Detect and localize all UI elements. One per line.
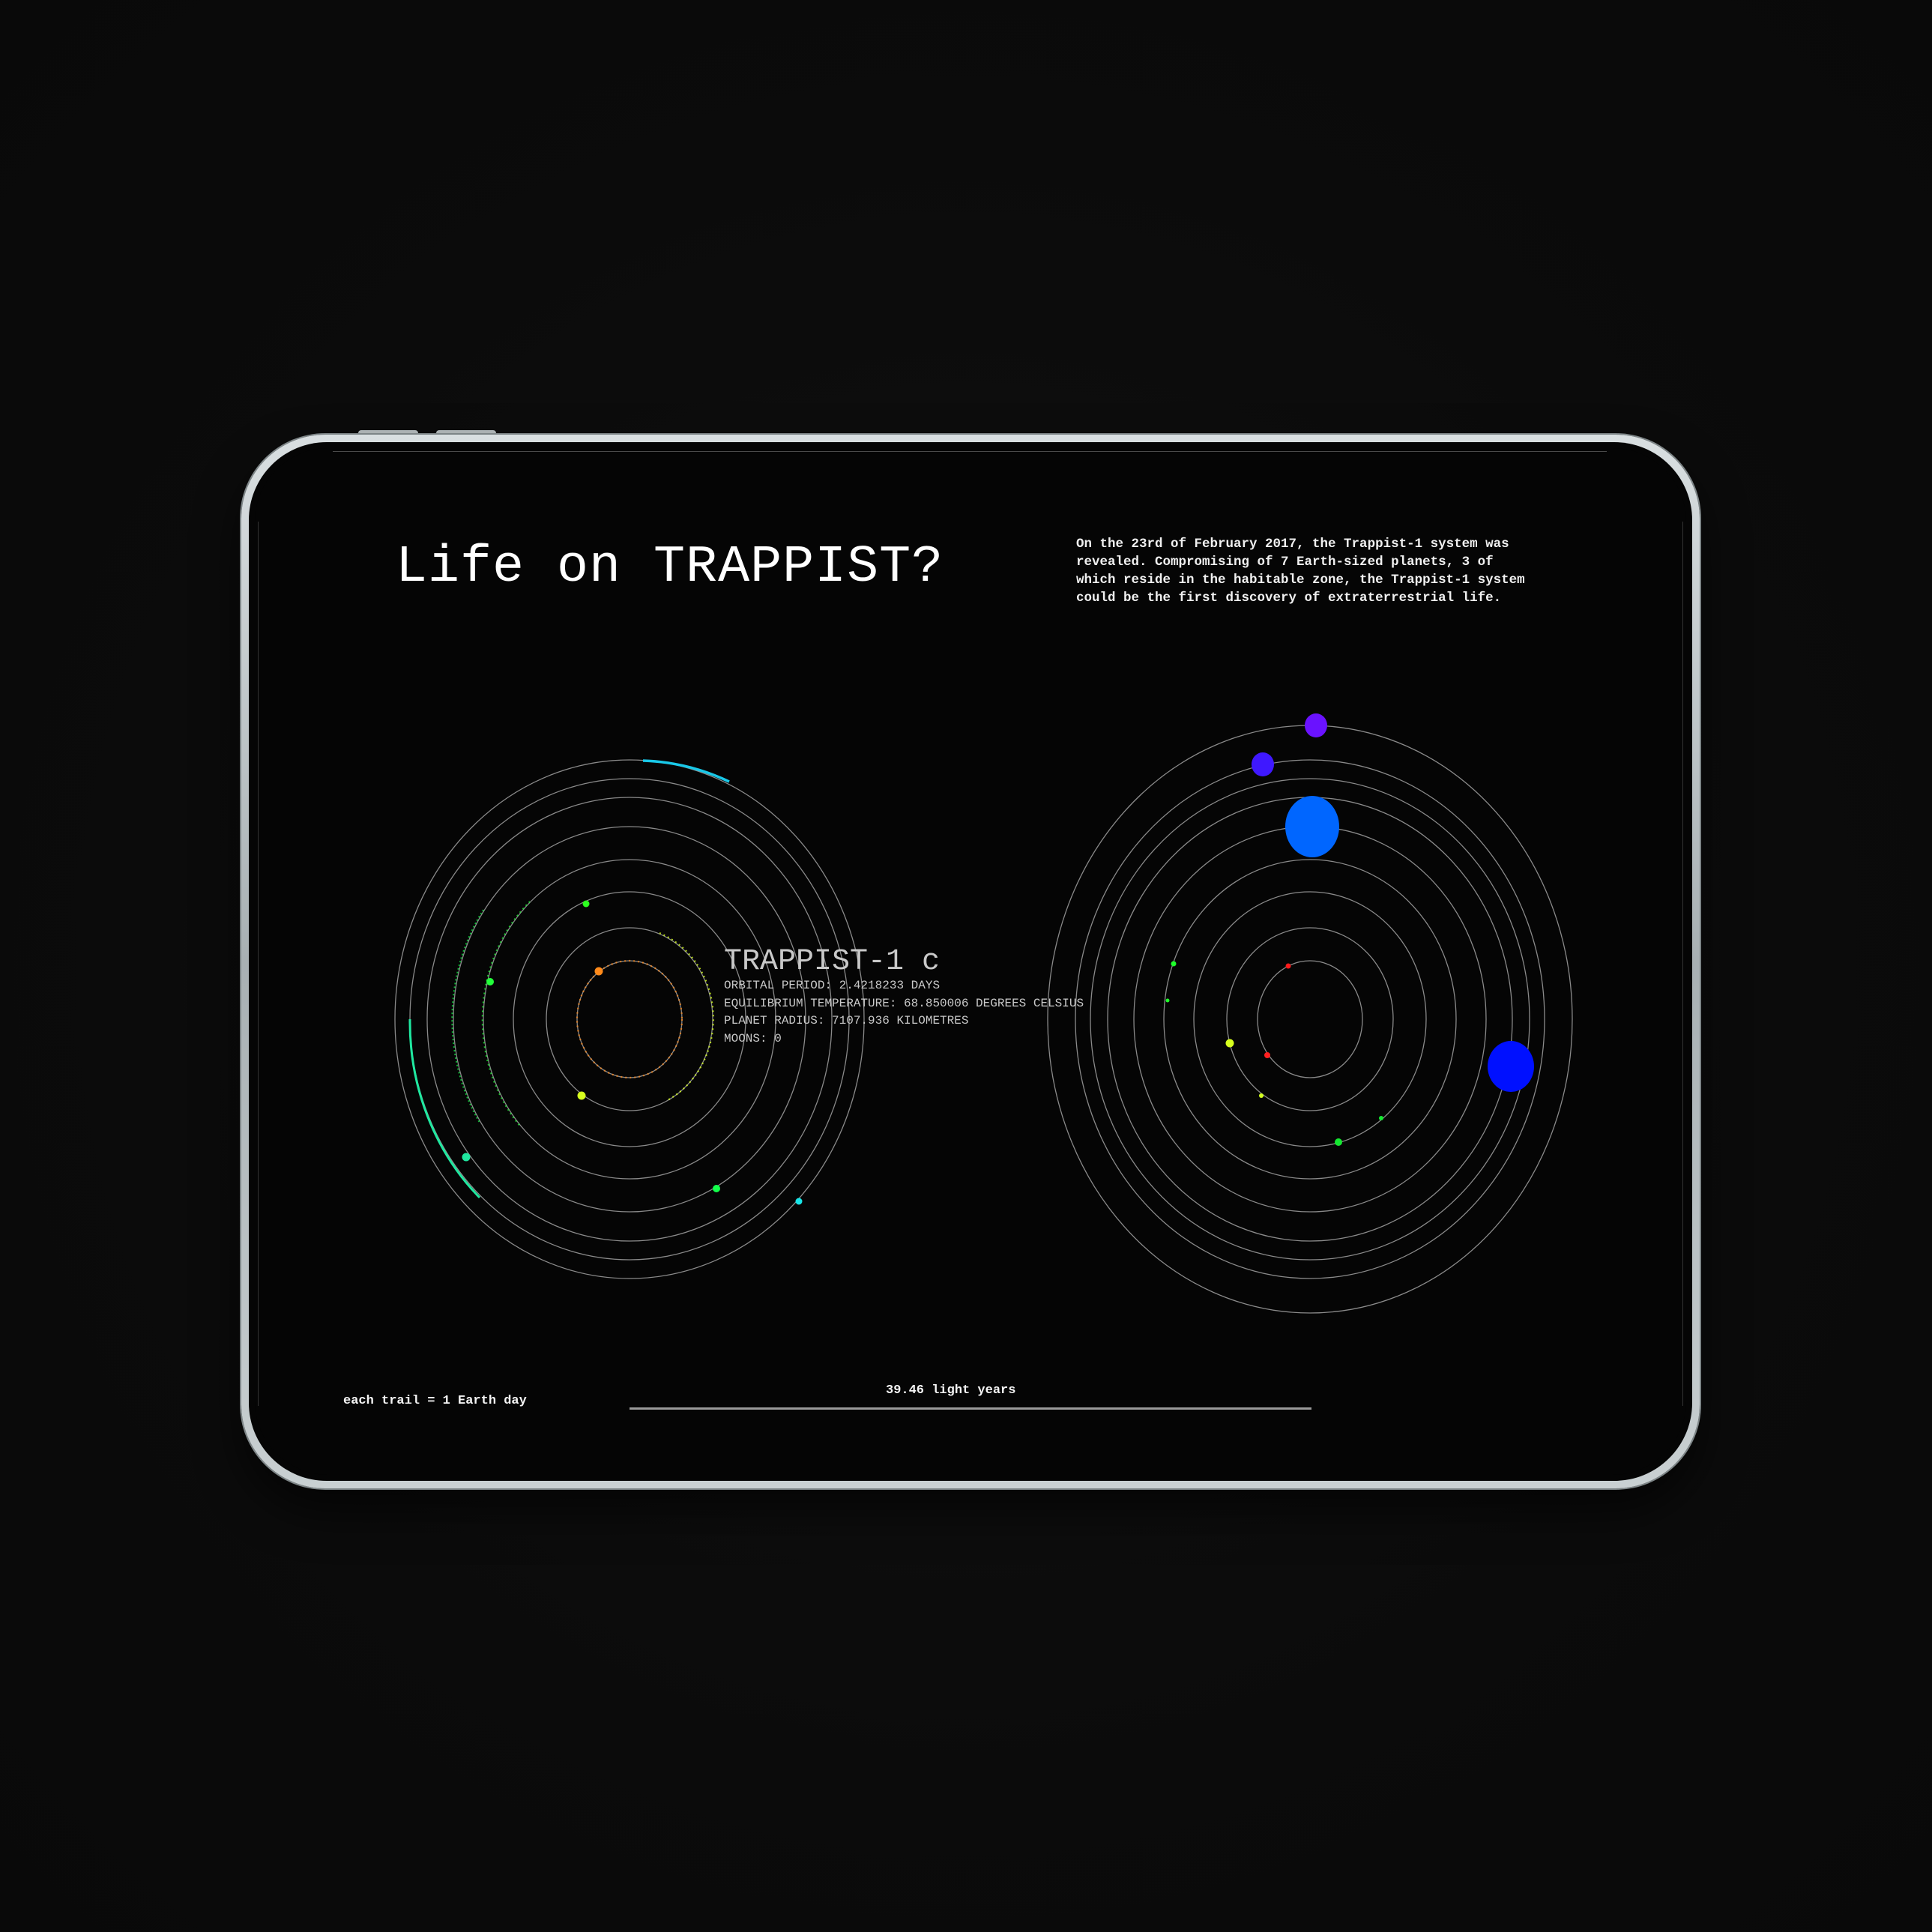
left-planet-5[interactable] [713,1185,720,1192]
left-trail-7 [408,1018,481,1199]
left-planet-6[interactable] [462,1153,471,1162]
right-orbit-5 [1133,826,1487,1213]
right-planet-1[interactable] [1285,963,1291,969]
right-planet-5[interactable] [1171,961,1177,967]
right-planet-11[interactable] [1252,752,1274,776]
distance-label: 39.46 light years [886,1383,1016,1398]
left-planet-4[interactable] [486,978,494,985]
planet-orbital-period: ORBITAL PERIOD: 2.4218233 DAYS [724,979,941,992]
planet-name: TRAPPIST-1 c [724,945,941,979]
right-planet-3[interactable] [1225,1039,1234,1048]
page-background: Life on TRAPPIST? On the 23rd of Februar… [0,0,1932,1932]
left-planet-2[interactable] [577,1091,586,1100]
left-trail-1 [576,959,683,1079]
left-orbit-2 [546,927,713,1111]
left-trail-4 [481,901,531,1128]
right-planet-12[interactable] [1305,713,1327,737]
right-planet-7[interactable] [1335,1138,1342,1146]
planet-info-panel: TRAPPIST-1 c ORBITAL PERIOD: 2.4218233 D… [724,947,1084,1048]
distance-bar [630,1407,1311,1410]
planet-temperature: EQUILIBRIUM TEMPERATURE: 68.850006 DEGRE… [724,996,1084,1010]
right-planet-8[interactable] [1379,1116,1383,1120]
left-orbit-1 [576,960,683,1078]
right-planet-9[interactable] [1285,796,1339,857]
right-system[interactable] [1047,713,1573,1314]
right-planet-4[interactable] [1259,1093,1264,1098]
right-planet-2[interactable] [1264,1052,1270,1058]
right-orbit-3 [1193,891,1427,1147]
right-orbit-1 [1257,960,1363,1078]
right-planet-10[interactable] [1488,1041,1534,1092]
trail-legend: each trail = 1 Earth day [343,1394,527,1408]
left-planet-1[interactable] [594,967,603,976]
right-planet-6[interactable] [1165,998,1170,1003]
right-orbit-2 [1226,927,1394,1111]
left-trail-2 [659,932,714,1101]
right-orbit-6 [1107,797,1513,1242]
left-orbit-3 [513,891,746,1147]
left-planet-3[interactable] [582,900,590,908]
right-orbit-4 [1163,859,1457,1180]
left-planet-7[interactable] [795,1198,803,1205]
tablet-screen: Life on TRAPPIST? On the 23rd of Februar… [255,448,1686,1475]
planet-radius: PLANET RADIUS: 7107.936 KILOMETRES [724,1014,969,1027]
planet-moons: MOONS: 0 [724,1031,782,1045]
